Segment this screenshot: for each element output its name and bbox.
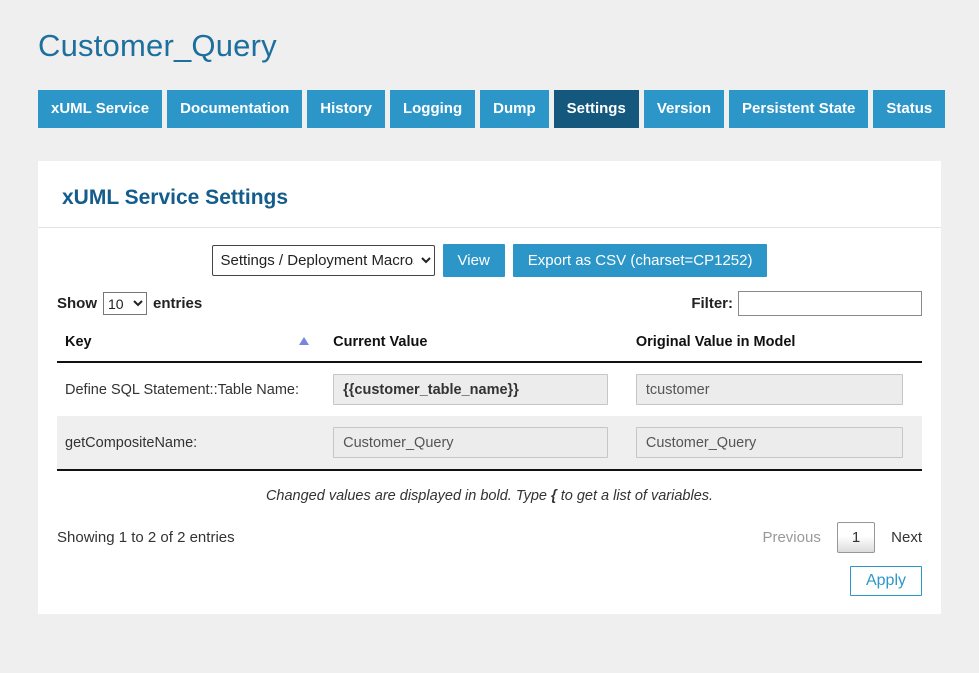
page-title: Customer_Query bbox=[38, 28, 941, 64]
table-row: Define SQL Statement::Table Name: bbox=[57, 362, 922, 416]
pagination: Previous 1 Next bbox=[762, 522, 922, 553]
sort-ascending-icon bbox=[299, 337, 309, 345]
row-key-label: Define SQL Statement::Table Name: bbox=[57, 362, 325, 416]
tab-version[interactable]: Version bbox=[644, 90, 724, 128]
export-csv-button[interactable]: Export as CSV (charset=CP1252) bbox=[513, 244, 768, 277]
tab-bar: xUML Service Documentation History Loggi… bbox=[38, 90, 941, 128]
settings-table-wrap: Key Current Value Original Value in Mode… bbox=[38, 324, 941, 471]
tab-status[interactable]: Status bbox=[873, 90, 945, 128]
panel-heading: xUML Service Settings bbox=[62, 186, 917, 210]
tab-logging[interactable]: Logging bbox=[390, 90, 475, 128]
entries-summary: Showing 1 to 2 of 2 entries bbox=[57, 529, 235, 546]
tab-settings[interactable]: Settings bbox=[554, 90, 639, 128]
settings-table: Key Current Value Original Value in Mode… bbox=[57, 324, 922, 471]
filter-label: Filter: bbox=[691, 295, 733, 312]
page-1-button[interactable]: 1 bbox=[837, 522, 875, 553]
macro-controls-row: Settings / Deployment Macros View Export… bbox=[38, 244, 941, 277]
settings-panel: xUML Service Settings Settings / Deploym… bbox=[38, 161, 941, 614]
filter-group: Filter: bbox=[691, 291, 922, 316]
show-label: Show bbox=[57, 295, 97, 312]
tab-persistent-state[interactable]: Persistent State bbox=[729, 90, 868, 128]
tab-dump[interactable]: Dump bbox=[480, 90, 549, 128]
column-header-key[interactable]: Key bbox=[57, 324, 325, 362]
table-footer-row: Showing 1 to 2 of 2 entries Previous 1 N… bbox=[38, 522, 941, 553]
column-header-current-value[interactable]: Current Value bbox=[325, 324, 628, 362]
apply-row: Apply bbox=[38, 566, 941, 596]
original-value-input bbox=[636, 374, 903, 405]
panel-header: xUML Service Settings bbox=[38, 161, 941, 228]
settings-category-select[interactable]: Settings / Deployment Macros bbox=[212, 245, 435, 276]
tab-xuml-service[interactable]: xUML Service bbox=[38, 90, 162, 128]
page-length-select[interactable]: 10 bbox=[103, 292, 147, 315]
entries-label: entries bbox=[153, 295, 202, 312]
show-entries-group: Show 10 entries bbox=[57, 292, 202, 315]
column-header-original-value[interactable]: Original Value in Model bbox=[628, 324, 922, 362]
tab-history[interactable]: History bbox=[307, 90, 385, 128]
row-key-label: getCompositeName: bbox=[57, 416, 325, 470]
table-row: getCompositeName: bbox=[57, 416, 922, 470]
original-value-input bbox=[636, 427, 903, 458]
length-filter-row: Show 10 entries Filter: bbox=[38, 291, 941, 316]
hint-note: Changed values are displayed in bold. Ty… bbox=[38, 488, 941, 504]
previous-page-button[interactable]: Previous bbox=[762, 529, 820, 546]
tab-documentation[interactable]: Documentation bbox=[167, 90, 302, 128]
filter-input[interactable] bbox=[738, 291, 922, 316]
next-page-button[interactable]: Next bbox=[891, 529, 922, 546]
current-value-input[interactable] bbox=[333, 427, 608, 458]
current-value-input[interactable] bbox=[333, 374, 608, 405]
view-button[interactable]: View bbox=[443, 244, 505, 277]
apply-button[interactable]: Apply bbox=[850, 566, 922, 596]
